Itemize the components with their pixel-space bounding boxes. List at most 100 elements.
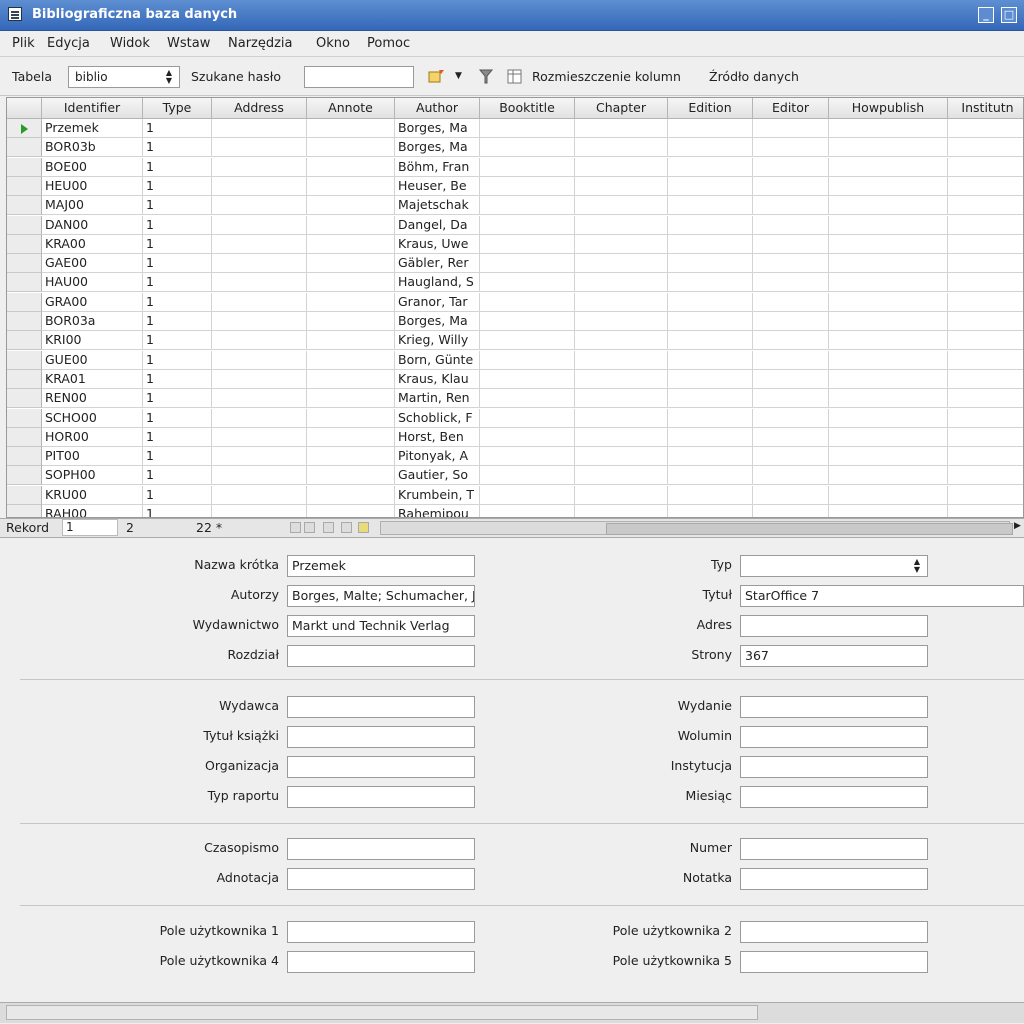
table-cell[interactable]: HOR00: [42, 427, 143, 447]
type-select[interactable]: ▲ ▼: [740, 555, 928, 577]
table-cell[interactable]: [480, 215, 575, 235]
field-input[interactable]: Przemek: [287, 555, 475, 577]
search-input[interactable]: [304, 66, 414, 88]
table-cell[interactable]: [668, 408, 753, 428]
table-cell[interactable]: Böhm, Fran: [395, 157, 480, 177]
table-cell[interactable]: [575, 485, 668, 505]
table-cell[interactable]: [212, 138, 307, 158]
table-cell[interactable]: [829, 427, 948, 447]
table-cell[interactable]: 1: [143, 389, 212, 409]
table-cell[interactable]: [212, 485, 307, 505]
column-header[interactable]: Howpublish: [829, 98, 948, 119]
table-cell[interactable]: Kraus, Uwe: [395, 234, 480, 254]
table-cell[interactable]: 1: [143, 485, 212, 505]
table-cell[interactable]: [575, 389, 668, 409]
table-cell[interactable]: [307, 157, 395, 177]
scroll-right-icon[interactable]: ▶: [1014, 521, 1021, 531]
table-cell[interactable]: Haugland, S: [395, 273, 480, 293]
table-cell[interactable]: [480, 254, 575, 274]
table-cell[interactable]: [575, 292, 668, 312]
table-cell[interactable]: [829, 312, 948, 331]
next-record-button[interactable]: [323, 522, 334, 533]
table-cell[interactable]: [829, 350, 948, 370]
row-header[interactable]: [7, 408, 42, 428]
table-cell[interactable]: [480, 427, 575, 447]
table-cell[interactable]: [307, 408, 395, 428]
field-input[interactable]: [740, 868, 928, 890]
column-layout-icon[interactable]: [506, 68, 524, 89]
menu-tools[interactable]: Narzędzia: [228, 36, 293, 51]
table-cell[interactable]: [575, 447, 668, 467]
table-cell[interactable]: [753, 485, 829, 505]
table-cell[interactable]: [948, 505, 1023, 517]
table-row[interactable]: BOR03b 1 Borges, Ma: [7, 138, 1023, 158]
table-cell[interactable]: [753, 505, 829, 517]
table-cell[interactable]: 1: [143, 138, 212, 158]
row-header[interactable]: [7, 254, 42, 274]
field-input[interactable]: [740, 696, 928, 718]
table-cell[interactable]: KRA00: [42, 234, 143, 254]
minimize-button[interactable]: _: [978, 7, 994, 23]
table-cell[interactable]: REN00: [42, 389, 143, 409]
table-cell[interactable]: 1: [143, 331, 212, 351]
table-cell[interactable]: [212, 273, 307, 293]
table-cell[interactable]: Borges, Ma: [395, 312, 480, 331]
field-input[interactable]: Borges, Malte; Schumacher, Jörg: [287, 585, 475, 607]
table-row[interactable]: SOPH00 1 Gautier, So: [7, 466, 1023, 486]
grid-horizontal-scrollbar[interactable]: [380, 521, 1013, 535]
table-cell[interactable]: [212, 119, 307, 138]
table-cell[interactable]: Przemek: [42, 119, 143, 138]
table-cell[interactable]: [480, 447, 575, 467]
menu-insert[interactable]: Wstaw: [167, 36, 210, 51]
table-cell[interactable]: Schoblick, F: [395, 408, 480, 428]
table-cell[interactable]: [307, 119, 395, 138]
menu-view[interactable]: Widok: [110, 36, 150, 51]
table-cell[interactable]: [307, 369, 395, 389]
table-cell[interactable]: [307, 331, 395, 351]
field-input[interactable]: [740, 756, 928, 778]
table-cell[interactable]: [829, 466, 948, 486]
field-input[interactable]: 367: [740, 645, 928, 667]
table-cell[interactable]: [212, 350, 307, 370]
row-header[interactable]: [7, 157, 42, 177]
table-row[interactable]: KRA01 1 Kraus, Klau: [7, 369, 1023, 389]
table-cell[interactable]: [668, 312, 753, 331]
table-cell[interactable]: PIT00: [42, 447, 143, 467]
table-cell[interactable]: [948, 428, 1023, 447]
table-cell[interactable]: BOE00: [42, 157, 143, 177]
table-row[interactable]: DAN00 1 Dangel, Da: [7, 215, 1023, 235]
table-row[interactable]: BOR03a 1 Borges, Ma: [7, 312, 1023, 331]
field-input[interactable]: [740, 951, 928, 973]
table-cell[interactable]: [307, 215, 395, 235]
table-cell[interactable]: [212, 331, 307, 351]
table-cell[interactable]: [753, 157, 829, 177]
table-cell[interactable]: [753, 408, 829, 428]
table-cell[interactable]: Rahemipou: [395, 505, 480, 517]
table-cell[interactable]: [668, 254, 753, 274]
table-cell[interactable]: [212, 408, 307, 428]
table-cell[interactable]: [575, 369, 668, 389]
table-cell[interactable]: 1: [143, 369, 212, 389]
table-cell[interactable]: [948, 119, 1023, 138]
table-row[interactable]: BOE00 1 Böhm, Fran: [7, 157, 1023, 177]
table-cell[interactable]: [668, 389, 753, 409]
table-row[interactable]: REN00 1 Martin, Ren: [7, 389, 1023, 409]
table-cell[interactable]: [480, 312, 575, 331]
field-input[interactable]: [740, 921, 928, 943]
record-number-input[interactable]: 1: [62, 519, 118, 536]
dropdown-arrow-icon[interactable]: ▼: [455, 71, 462, 81]
form-horizontal-scrollbar[interactable]: [0, 1002, 1024, 1023]
table-cell[interactable]: MAJ00: [42, 196, 143, 216]
table-cell[interactable]: [948, 370, 1023, 389]
row-header[interactable]: [7, 196, 42, 216]
table-cell[interactable]: [668, 196, 753, 216]
table-cell[interactable]: [480, 369, 575, 389]
table-cell[interactable]: [307, 234, 395, 254]
table-row[interactable]: KRI00 1 Krieg, Willy: [7, 331, 1023, 351]
table-cell[interactable]: [753, 369, 829, 389]
column-header[interactable]: Booktitle: [480, 98, 575, 119]
field-input[interactable]: [287, 951, 475, 973]
row-header[interactable]: [7, 427, 42, 447]
table-cell[interactable]: 1: [143, 119, 212, 138]
table-cell[interactable]: [575, 196, 668, 216]
